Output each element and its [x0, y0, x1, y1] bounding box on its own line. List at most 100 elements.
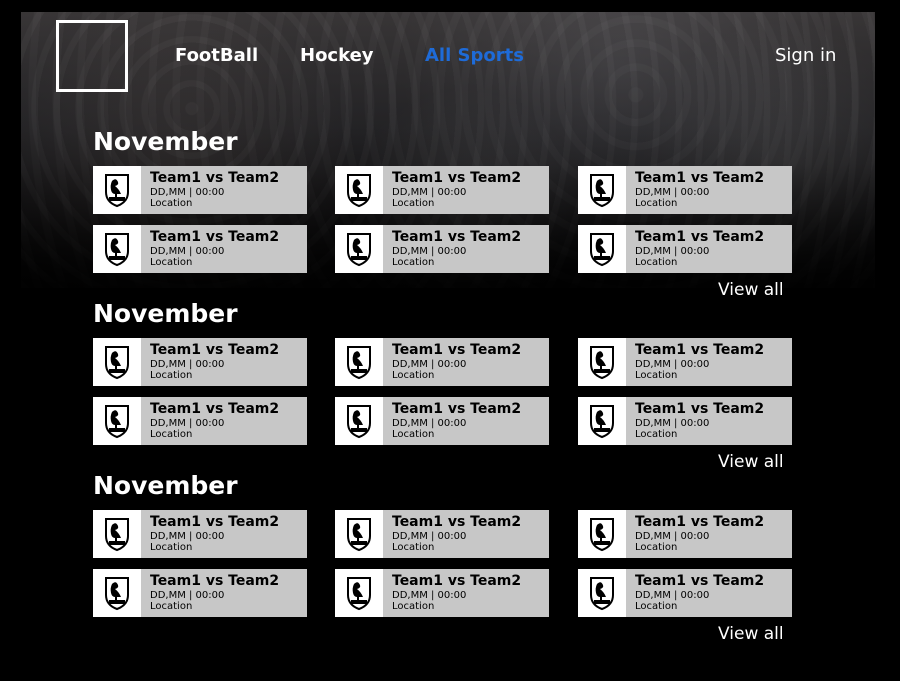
match-title: Team1 vs Team2: [150, 401, 280, 417]
flamingo-crest-icon: [590, 518, 614, 552]
team-badge: [578, 569, 626, 617]
team-badge: [335, 569, 383, 617]
match-datetime: DD,MM | 00:00: [635, 531, 710, 542]
section-title: November: [93, 471, 238, 500]
match-title: Team1 vs Team2: [150, 573, 280, 589]
team-badge: [335, 510, 383, 558]
match-card[interactable]: Team1 vs Team2 DD,MM | 00:00 Location: [335, 397, 549, 445]
nav-link-all-sports[interactable]: All Sports: [425, 45, 524, 67]
match-card[interactable]: Team1 vs Team2 DD,MM | 00:00 Location: [578, 166, 792, 214]
match-title: Team1 vs Team2: [392, 229, 522, 245]
match-card[interactable]: Team1 vs Team2 DD,MM | 00:00 Location: [93, 338, 307, 386]
flamingo-crest-icon: [347, 174, 371, 208]
team-badge: [93, 510, 141, 558]
match-card[interactable]: Team1 vs Team2 DD,MM | 00:00 Location: [93, 510, 307, 558]
match-location: Location: [392, 198, 435, 209]
flamingo-crest-icon: [590, 174, 614, 208]
flamingo-crest-icon: [347, 518, 371, 552]
match-card[interactable]: Team1 vs Team2 DD,MM | 00:00 Location: [335, 225, 549, 273]
flamingo-crest-icon: [105, 233, 129, 267]
team-badge: [93, 569, 141, 617]
flamingo-crest-icon: [105, 346, 129, 380]
match-datetime: DD,MM | 00:00: [392, 531, 467, 542]
flamingo-crest-icon: [590, 577, 614, 611]
match-location: Location: [635, 257, 678, 268]
match-title: Team1 vs Team2: [150, 514, 280, 530]
match-title: Team1 vs Team2: [635, 401, 765, 417]
match-datetime: DD,MM | 00:00: [392, 590, 467, 601]
flamingo-crest-icon: [347, 405, 371, 439]
match-card[interactable]: Team1 vs Team2 DD,MM | 00:00 Location: [335, 166, 549, 214]
match-location: Location: [635, 429, 678, 440]
match-card[interactable]: Team1 vs Team2 DD,MM | 00:00 Location: [578, 338, 792, 386]
match-card[interactable]: Team1 vs Team2 DD,MM | 00:00 Location: [93, 166, 307, 214]
match-card[interactable]: Team1 vs Team2 DD,MM | 00:00 Location: [335, 510, 549, 558]
team-badge: [335, 338, 383, 386]
flamingo-crest-icon: [347, 577, 371, 611]
team-badge: [335, 225, 383, 273]
section-title: November: [93, 127, 238, 156]
match-datetime: DD,MM | 00:00: [150, 531, 225, 542]
match-location: Location: [392, 542, 435, 553]
team-badge: [93, 225, 141, 273]
match-location: Location: [392, 370, 435, 381]
match-card[interactable]: Team1 vs Team2 DD,MM | 00:00 Location: [578, 225, 792, 273]
match-datetime: DD,MM | 00:00: [392, 187, 467, 198]
view-all-link[interactable]: View all: [718, 623, 790, 645]
site-logo-placeholder[interactable]: [56, 20, 128, 92]
match-card[interactable]: Team1 vs Team2 DD,MM | 00:00 Location: [578, 397, 792, 445]
match-card[interactable]: Team1 vs Team2 DD,MM | 00:00 Location: [93, 569, 307, 617]
match-location: Location: [150, 198, 193, 209]
match-datetime: DD,MM | 00:00: [635, 246, 710, 257]
match-title: Team1 vs Team2: [635, 229, 765, 245]
match-location: Location: [635, 601, 678, 612]
team-badge: [93, 338, 141, 386]
view-all-link[interactable]: View all: [718, 279, 790, 301]
match-title: Team1 vs Team2: [392, 170, 522, 186]
team-badge: [578, 225, 626, 273]
match-title: Team1 vs Team2: [392, 401, 522, 417]
match-datetime: DD,MM | 00:00: [392, 359, 467, 370]
match-datetime: DD,MM | 00:00: [150, 359, 225, 370]
match-title: Team1 vs Team2: [392, 573, 522, 589]
nav-link-hockey[interactable]: Hockey: [300, 45, 374, 67]
match-card[interactable]: Team1 vs Team2 DD,MM | 00:00 Location: [335, 569, 549, 617]
match-card[interactable]: Team1 vs Team2 DD,MM | 00:00 Location: [93, 397, 307, 445]
flamingo-crest-icon: [590, 405, 614, 439]
match-card[interactable]: Team1 vs Team2 DD,MM | 00:00 Location: [93, 225, 307, 273]
nav-link-football[interactable]: FootBall: [175, 45, 258, 67]
flamingo-crest-icon: [105, 174, 129, 208]
team-badge: [578, 510, 626, 558]
match-location: Location: [150, 370, 193, 381]
match-datetime: DD,MM | 00:00: [635, 418, 710, 429]
match-title: Team1 vs Team2: [635, 573, 765, 589]
match-datetime: DD,MM | 00:00: [635, 187, 710, 198]
match-location: Location: [150, 601, 193, 612]
match-card[interactable]: Team1 vs Team2 DD,MM | 00:00 Location: [578, 510, 792, 558]
match-title: Team1 vs Team2: [150, 342, 280, 358]
match-title: Team1 vs Team2: [392, 342, 522, 358]
flamingo-crest-icon: [590, 233, 614, 267]
sign-in-link[interactable]: Sign in: [775, 45, 836, 67]
match-location: Location: [392, 429, 435, 440]
match-datetime: DD,MM | 00:00: [150, 418, 225, 429]
section-title: November: [93, 299, 238, 328]
team-badge: [335, 397, 383, 445]
match-title: Team1 vs Team2: [635, 170, 765, 186]
flamingo-crest-icon: [347, 233, 371, 267]
team-badge: [578, 397, 626, 445]
match-datetime: DD,MM | 00:00: [150, 246, 225, 257]
match-datetime: DD,MM | 00:00: [635, 359, 710, 370]
match-card[interactable]: Team1 vs Team2 DD,MM | 00:00 Location: [578, 569, 792, 617]
match-datetime: DD,MM | 00:00: [392, 418, 467, 429]
team-badge: [578, 338, 626, 386]
match-location: Location: [635, 198, 678, 209]
match-title: Team1 vs Team2: [635, 342, 765, 358]
team-badge: [578, 166, 626, 214]
match-datetime: DD,MM | 00:00: [635, 590, 710, 601]
match-location: Location: [635, 542, 678, 553]
sports-events-page: FootBall Hockey All Sports Sign in Novem…: [0, 0, 900, 681]
view-all-link[interactable]: View all: [718, 451, 790, 473]
match-card[interactable]: Team1 vs Team2 DD,MM | 00:00 Location: [335, 338, 549, 386]
match-datetime: DD,MM | 00:00: [392, 246, 467, 257]
